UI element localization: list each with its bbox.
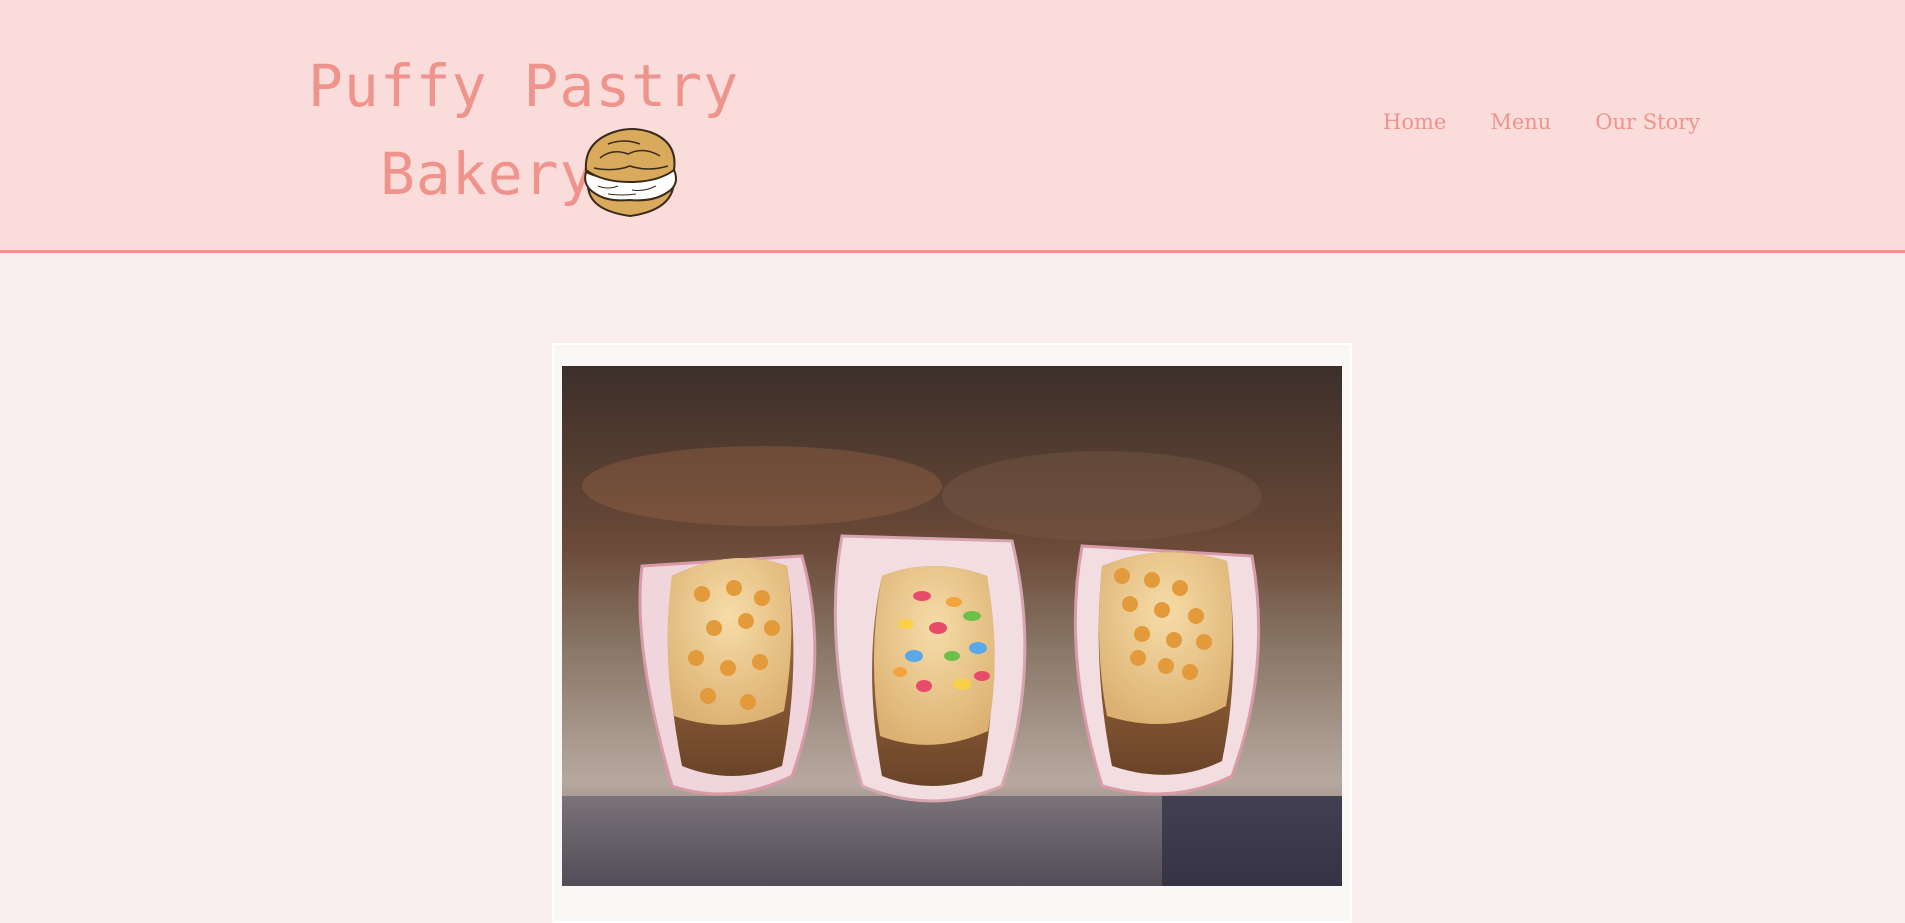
logo-title-line1: Puffy Pastry bbox=[308, 52, 740, 120]
logo-title-line2: Bakery bbox=[380, 140, 596, 208]
nav-link-menu[interactable]: Menu bbox=[1490, 110, 1551, 134]
hero-eclairs-photo bbox=[562, 366, 1342, 886]
site-header: Puffy Pastry Bakery Home Menu Our Story bbox=[0, 0, 1905, 253]
nav-link-home[interactable]: Home bbox=[1383, 110, 1446, 134]
main-nav: Home Menu Our Story bbox=[1383, 110, 1700, 134]
nav-link-our-story[interactable]: Our Story bbox=[1595, 110, 1700, 134]
cream-puff-icon bbox=[584, 128, 677, 218]
site-logo[interactable]: Puffy Pastry Bakery bbox=[300, 52, 738, 222]
